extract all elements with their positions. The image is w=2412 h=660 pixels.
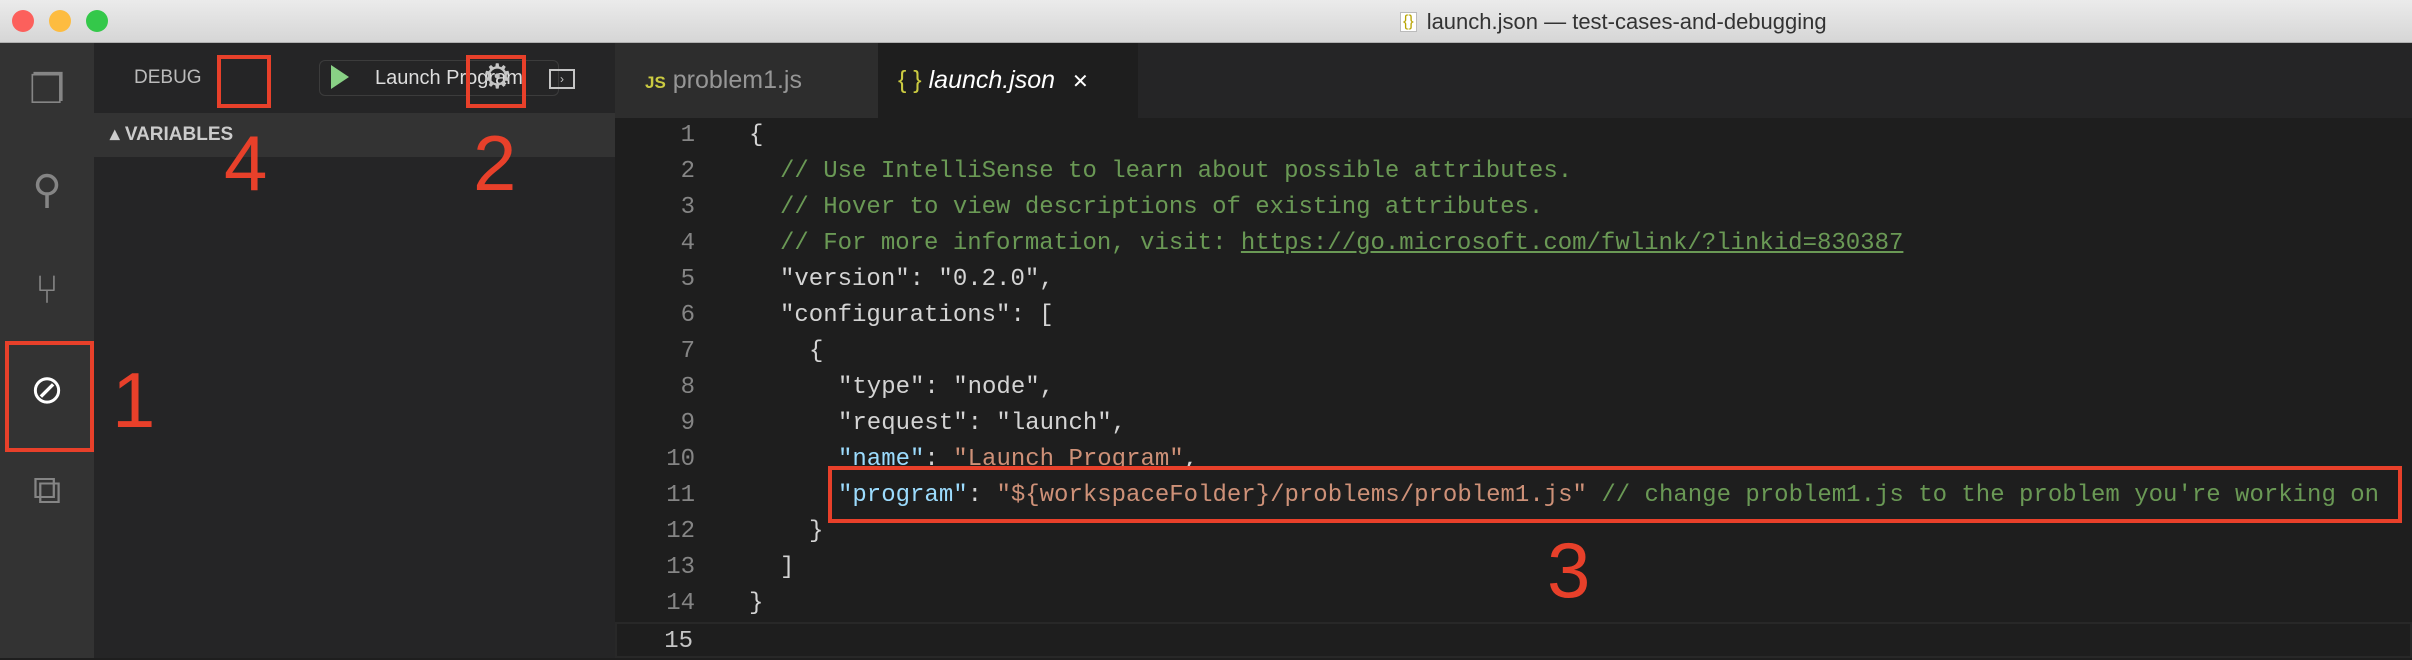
close-tab-icon[interactable]: ✕ <box>1072 71 1089 93</box>
tab-problem1-js[interactable]: JS problem1.js <box>615 43 878 118</box>
js-file-icon: JS <box>645 73 666 92</box>
editor-tabs: JS problem1.js { } launch.json ✕ <box>615 43 2412 118</box>
annotation-box-program <box>828 466 2402 523</box>
window-title: {} launch.json — test-cases-and-debugging <box>1400 9 1827 35</box>
close-window-button[interactable] <box>12 10 34 32</box>
annotation-3: 3 <box>1547 526 1591 614</box>
extensions-icon[interactable]: ⧉ <box>22 465 72 515</box>
variables-section-header[interactable]: ▴ VARIABLES <box>94 113 615 157</box>
json-file-icon: {} <box>1400 12 1417 32</box>
source-control-icon[interactable]: ⑂ <box>22 265 72 315</box>
annotation-box-gear <box>466 55 526 108</box>
start-debugging-button[interactable] <box>331 65 349 89</box>
debug-console-button[interactable]: › <box>549 69 575 89</box>
debug-title: DEBUG <box>134 67 202 88</box>
annotation-2: 2 <box>473 119 517 207</box>
fwlink-link[interactable]: https://go.microsoft.com/fwlink/?linkid=… <box>1241 230 1904 257</box>
annotation-box-debug <box>5 341 94 452</box>
debug-sidebar: DEBUG Launch Program ⚙ › ▴ VARIABLES <box>94 43 615 658</box>
annotation-1: 1 <box>112 356 156 444</box>
maximize-window-button[interactable] <box>86 10 108 32</box>
title-bar: {} launch.json — test-cases-and-debugging <box>0 0 2412 43</box>
minimize-window-button[interactable] <box>49 10 71 32</box>
json-file-icon: { } <box>898 66 922 94</box>
tab-launch-json[interactable]: { } launch.json ✕ <box>878 43 1138 118</box>
search-icon[interactable]: ⚲ <box>22 165 72 215</box>
annotation-box-play <box>217 55 271 108</box>
code-editor[interactable]: 1{ 2// Use IntelliSense to learn about p… <box>615 118 2412 658</box>
annotation-4: 4 <box>224 119 268 207</box>
explorer-icon[interactable]: ❐ <box>22 65 72 115</box>
